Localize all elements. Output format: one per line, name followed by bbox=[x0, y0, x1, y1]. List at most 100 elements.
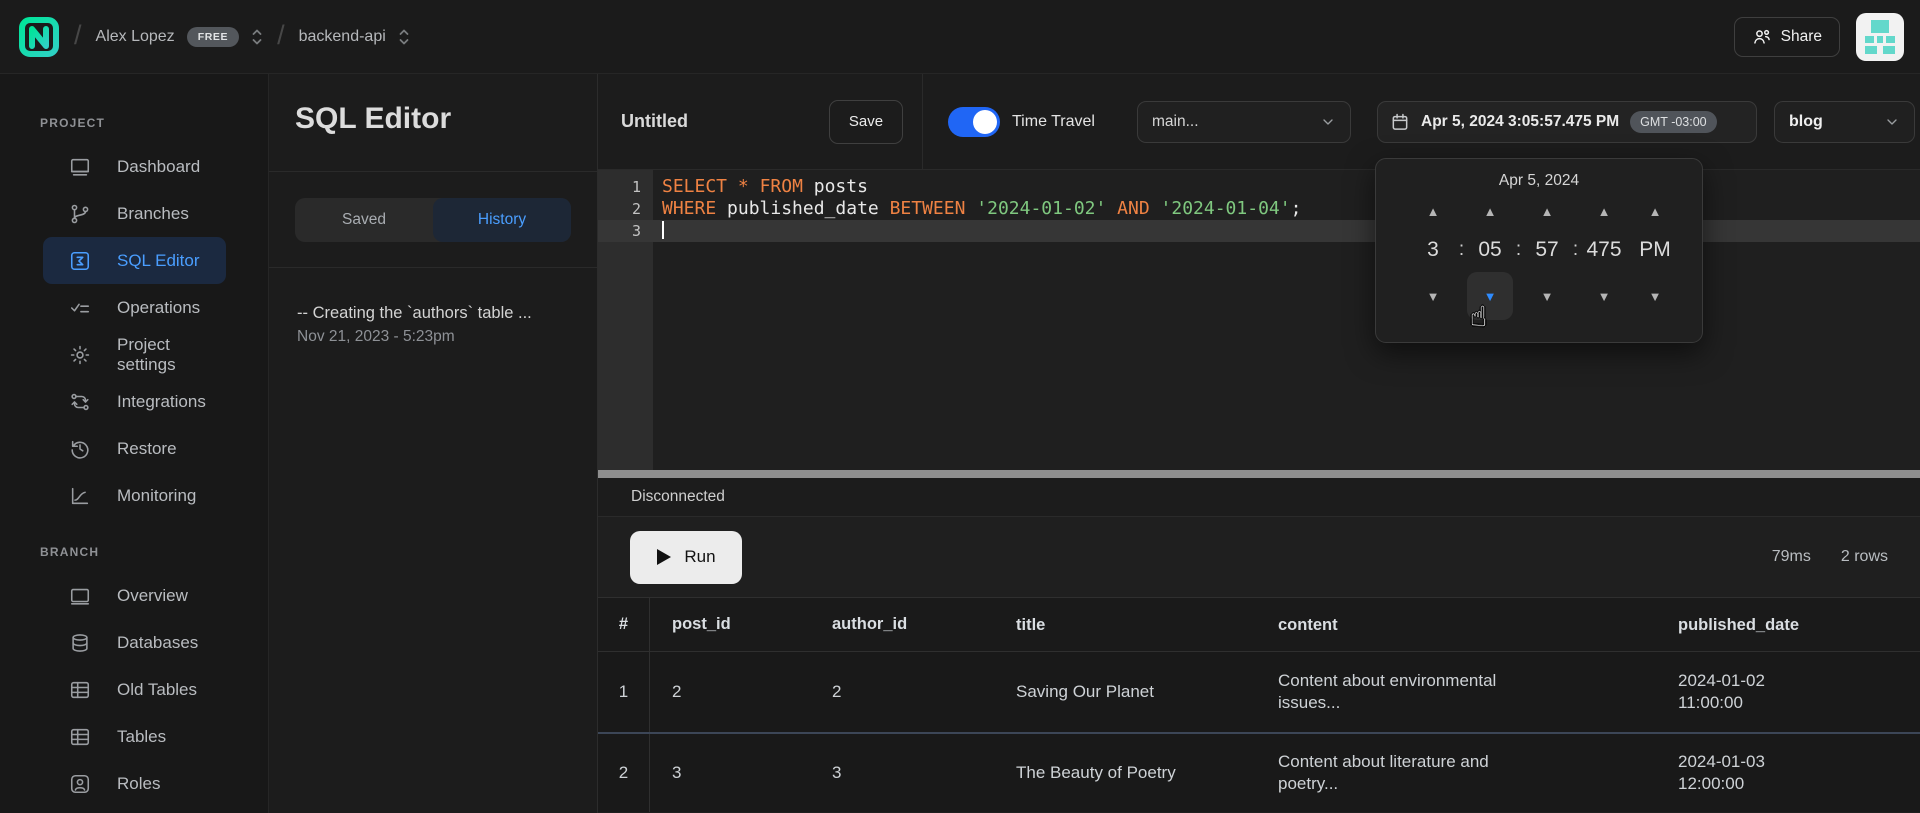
database-select[interactable]: blog bbox=[1774, 101, 1915, 143]
minute-value: 05 bbox=[1467, 228, 1513, 272]
play-icon bbox=[656, 548, 672, 566]
sidebar-item-label: Roles bbox=[117, 774, 160, 794]
meridiem-down-button[interactable]: ▼ bbox=[1632, 272, 1678, 320]
sidebar-item-label: SQL Editor bbox=[117, 251, 200, 271]
line-number: 1 bbox=[598, 176, 653, 198]
cell-author_id: 2 bbox=[810, 652, 994, 732]
org-switch-chevrons-icon[interactable] bbox=[251, 27, 263, 47]
column-header-content: content bbox=[1256, 598, 1656, 651]
editor-header: Untitled Save Time Travel main... Apr 5,… bbox=[598, 74, 1920, 170]
hour-value: 3 bbox=[1410, 228, 1456, 272]
sidebar-item-integrations[interactable]: Integrations bbox=[43, 378, 226, 425]
breadcrumb-slash: / bbox=[74, 20, 82, 51]
sidebar-item-branches[interactable]: Branches bbox=[43, 190, 226, 237]
hour-down-button[interactable]: ▼ bbox=[1410, 272, 1456, 320]
column-header-author_id: author_id bbox=[810, 598, 994, 651]
results-header: #post_idauthor_idtitlecontentpublished_d… bbox=[598, 597, 1920, 652]
time-travel-toggle[interactable] bbox=[948, 107, 1000, 137]
second-down-button[interactable]: ▼ bbox=[1524, 272, 1570, 320]
run-row: Run 79ms 2 rows bbox=[598, 517, 1920, 597]
sidebar-item-label: Dashboard bbox=[117, 157, 200, 177]
page-title: SQL Editor bbox=[269, 74, 597, 171]
sidebar-item-project-settings[interactable]: Project settings bbox=[43, 331, 226, 378]
meridiem-up-button[interactable]: ▲ bbox=[1632, 194, 1678, 228]
cell-post_id: 3 bbox=[650, 734, 810, 812]
code-line-2[interactable]: 2WHERE published_date BETWEEN '2024-01-0… bbox=[598, 198, 1920, 220]
millisecond-up-button[interactable]: ▲ bbox=[1581, 194, 1627, 228]
datetime-picker-button[interactable]: Apr 5, 2024 3:05:57.475 PM GMT -03:00 bbox=[1377, 101, 1757, 143]
column-header-title: title bbox=[994, 598, 1256, 651]
datetime-picker-popup: Apr 5, 2024 ▲3▼:▲05▼:▲57▼:▲475▼▲PM▼ bbox=[1375, 158, 1703, 343]
monitoring-icon bbox=[69, 485, 91, 507]
cell-content: Content about literature and poetry... bbox=[1256, 734, 1656, 812]
timezone-badge: GMT -03:00 bbox=[1630, 111, 1716, 133]
people-icon bbox=[1752, 27, 1772, 47]
project-switch-chevrons-icon[interactable] bbox=[398, 27, 410, 47]
sidebar-item-label: Databases bbox=[117, 633, 198, 653]
save-button[interactable]: Save bbox=[829, 100, 903, 144]
picker-date-label: Apr 5, 2024 bbox=[1376, 172, 1702, 190]
code-line-3[interactable]: 3 bbox=[598, 220, 1920, 242]
picker-millisecond-column: ▲475▼ bbox=[1581, 194, 1627, 320]
mouse-cursor-hand-icon: ☝ bbox=[1470, 300, 1487, 333]
sidebar-item-dashboard[interactable]: Dashboard bbox=[43, 143, 226, 190]
share-button[interactable]: Share bbox=[1734, 17, 1840, 57]
sidebar: PROJECT DashboardBranchesSQL EditorOpera… bbox=[0, 74, 269, 813]
picker-second-column: ▲57▼ bbox=[1524, 194, 1570, 320]
run-label: Run bbox=[684, 547, 715, 567]
second-value: 57 bbox=[1524, 228, 1570, 272]
table-icon bbox=[69, 726, 91, 748]
sidebar-item-sql-editor[interactable]: SQL Editor bbox=[43, 237, 226, 284]
integrations-icon bbox=[69, 391, 91, 413]
connection-status-bar: Disconnected bbox=[598, 478, 1920, 517]
branch-select[interactable]: main... bbox=[1137, 101, 1351, 143]
sidebar-section-branch: BRANCH bbox=[40, 545, 268, 559]
cell-title: Saving Our Planet bbox=[994, 652, 1256, 732]
sidebar-item-roles[interactable]: Roles bbox=[43, 760, 226, 807]
editor-main: Untitled Save Time Travel main... Apr 5,… bbox=[598, 74, 1920, 813]
time-travel-label: Time Travel bbox=[1012, 113, 1112, 131]
tab-history[interactable]: History bbox=[433, 198, 571, 242]
sidebar-item-restore[interactable]: Restore bbox=[43, 425, 226, 472]
column-header-row-number: # bbox=[598, 598, 650, 651]
sidebar-item-label: Monitoring bbox=[117, 486, 196, 506]
branch-select-value: main... bbox=[1152, 113, 1199, 131]
sidebar-item-overview[interactable]: Overview bbox=[43, 572, 226, 619]
plan-badge: FREE bbox=[187, 27, 239, 47]
second-up-button[interactable]: ▲ bbox=[1524, 194, 1570, 228]
sidebar-item-old-tables[interactable]: Old Tables bbox=[43, 666, 226, 713]
sidebar-item-label: Tables bbox=[117, 727, 166, 747]
avatar[interactable] bbox=[1856, 13, 1904, 61]
sidebar-item-monitoring[interactable]: Monitoring bbox=[43, 472, 226, 519]
millisecond-down-button[interactable]: ▼ bbox=[1581, 272, 1627, 320]
code-editor[interactable]: 1SELECT * FROM posts2WHERE published_dat… bbox=[598, 170, 1920, 470]
cell-title: The Beauty of Poetry bbox=[994, 734, 1256, 812]
sidebar-item-operations[interactable]: Operations bbox=[43, 284, 226, 331]
breadcrumb-org[interactable]: Alex Lopez bbox=[96, 28, 175, 46]
databases-icon bbox=[69, 632, 91, 654]
cell-published_date: 2024-01-02 11:00:00 bbox=[1656, 652, 1920, 732]
line-number: 3 bbox=[598, 220, 653, 242]
hour-up-button[interactable]: ▲ bbox=[1410, 194, 1456, 228]
breadcrumb-project[interactable]: backend-api bbox=[299, 28, 386, 46]
pane-resize-handle[interactable] bbox=[598, 470, 1920, 478]
table-row[interactable]: 122Saving Our PlanetContent about enviro… bbox=[598, 652, 1920, 732]
row-count: 2 rows bbox=[1841, 548, 1888, 566]
time-separator: : bbox=[1456, 194, 1467, 320]
chevron-down-icon bbox=[1320, 114, 1336, 130]
sidebar-item-databases[interactable]: Databases bbox=[43, 619, 226, 666]
history-item[interactable]: -- Creating the `authors` table ... Nov … bbox=[269, 304, 597, 346]
run-button[interactable]: Run bbox=[630, 531, 742, 584]
table-row[interactable]: 233The Beauty of PoetryContent about lit… bbox=[598, 732, 1920, 812]
line-number: 2 bbox=[598, 198, 653, 220]
time-separator: : bbox=[1570, 194, 1581, 320]
connection-status: Disconnected bbox=[631, 488, 725, 506]
column-header-post_id: post_id bbox=[650, 598, 810, 651]
sql-editor-panel: SQL Editor Saved History -- Creating the… bbox=[269, 74, 598, 813]
neon-logo-icon[interactable] bbox=[18, 16, 60, 58]
minute-up-button[interactable]: ▲ bbox=[1467, 194, 1513, 228]
toggle-knob bbox=[973, 110, 997, 134]
code-line-1[interactable]: 1SELECT * FROM posts bbox=[598, 176, 1920, 198]
tab-saved[interactable]: Saved bbox=[295, 198, 433, 242]
sidebar-item-tables[interactable]: Tables bbox=[43, 713, 226, 760]
